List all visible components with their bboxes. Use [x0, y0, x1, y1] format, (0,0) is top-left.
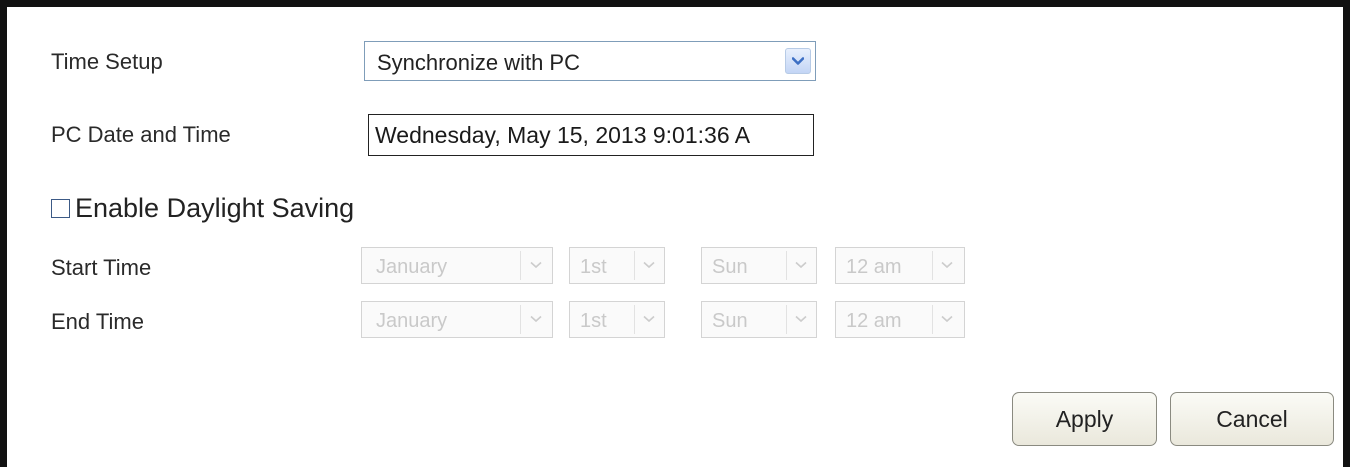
time-settings-panel: Time Setup Synchronize with PC PC Date a… — [0, 0, 1350, 467]
daylight-saving-row[interactable]: Enable Daylight Saving — [51, 193, 354, 224]
pc-datetime-field[interactable] — [369, 115, 813, 155]
chevron-down-icon — [527, 310, 545, 328]
chevron-down-icon — [792, 310, 810, 328]
time-setup-selected-value: Synchronize with PC — [377, 50, 580, 75]
chevron-down-icon[interactable] — [785, 48, 811, 74]
end-day-select[interactable]: 1st — [569, 301, 665, 338]
chevron-down-icon — [938, 310, 956, 328]
cancel-button[interactable]: Cancel — [1170, 392, 1334, 446]
pc-datetime-field-box — [368, 114, 814, 156]
start-month-value: January — [376, 256, 448, 278]
daylight-saving-checkbox[interactable] — [51, 199, 70, 218]
time-setup-label: Time Setup — [51, 49, 163, 74]
start-weekday-select[interactable]: Sun — [701, 247, 817, 284]
start-month-select[interactable]: January — [361, 247, 553, 284]
start-time-label: Start Time — [51, 255, 152, 280]
start-hour-value: 12 am — [846, 256, 902, 278]
time-setup-select[interactable]: Synchronize with PC — [364, 41, 816, 81]
chevron-down-icon — [527, 256, 545, 274]
end-time-label: End Time — [51, 309, 144, 334]
start-day-select[interactable]: 1st — [569, 247, 665, 284]
apply-button[interactable]: Apply — [1012, 392, 1157, 446]
chevron-down-icon — [792, 256, 810, 274]
end-weekday-value: Sun — [712, 310, 748, 332]
end-hour-value: 12 am — [846, 310, 902, 332]
end-day-value: 1st — [580, 310, 607, 332]
chevron-down-icon — [938, 256, 956, 274]
daylight-saving-label: Enable Daylight Saving — [75, 193, 355, 223]
pc-datetime-label: PC Date and Time — [51, 122, 231, 147]
end-weekday-select[interactable]: Sun — [701, 301, 817, 338]
end-month-select[interactable]: January — [361, 301, 553, 338]
start-day-value: 1st — [580, 256, 607, 278]
start-weekday-value: Sun — [712, 256, 748, 278]
start-hour-select[interactable]: 12 am — [835, 247, 965, 284]
chevron-down-icon — [640, 310, 658, 328]
chevron-down-icon — [640, 256, 658, 274]
end-hour-select[interactable]: 12 am — [835, 301, 965, 338]
end-month-value: January — [376, 310, 448, 332]
